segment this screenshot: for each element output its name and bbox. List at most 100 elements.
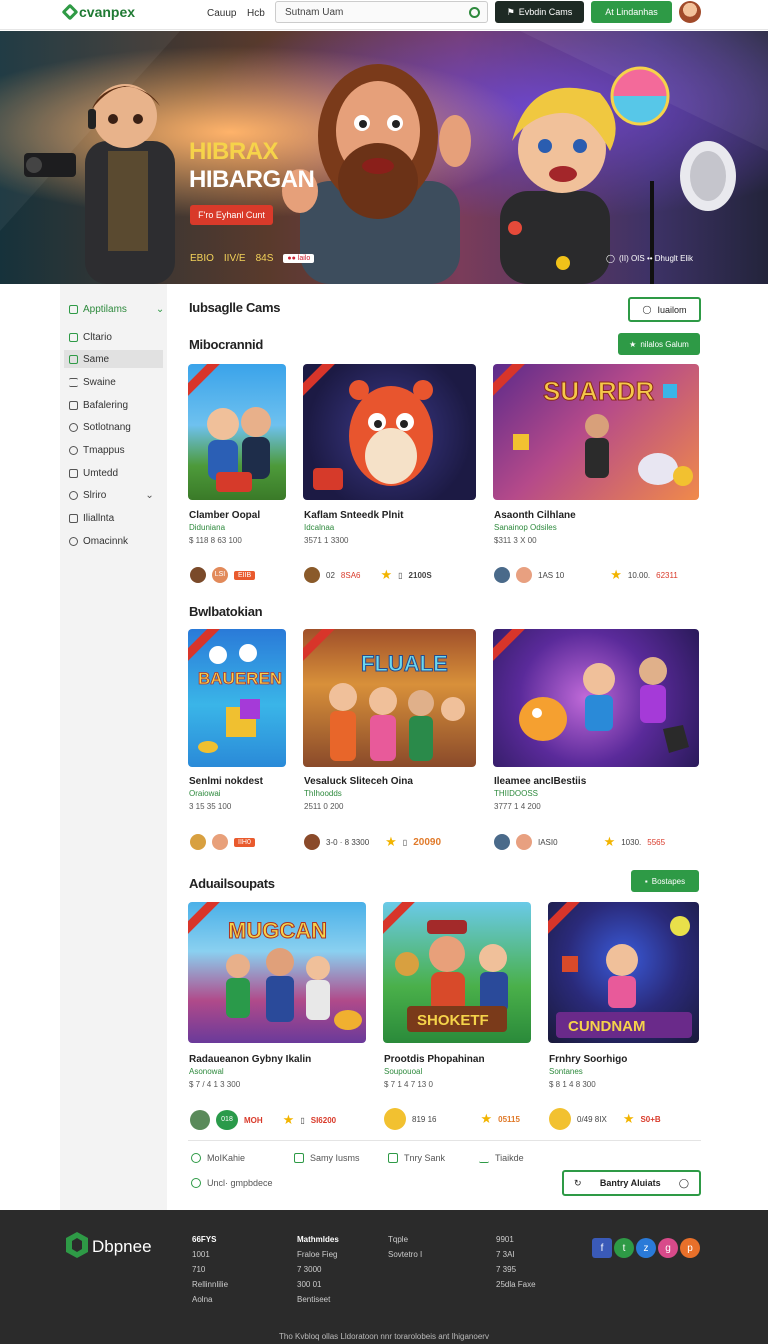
game-title: Vesaluck Sliteceh Oina: [304, 776, 413, 787]
game-card[interactable]: MUGCAN: [188, 902, 366, 1043]
game-card[interactable]: [493, 629, 699, 767]
game-card[interactable]: SHOKETF: [383, 902, 531, 1043]
footer-link[interactable]: Aolna: [192, 1295, 212, 1304]
svg-text:SHOKETF: SHOKETF: [417, 1012, 489, 1029]
link-label: Tiaikde: [495, 1153, 524, 1163]
sidebar-item-umtedd[interactable]: Umtedd: [69, 464, 118, 482]
search-input[interactable]: Sutnam Uam: [275, 1, 488, 23]
sidebar-item-slriro[interactable]: Slriro ⌄: [69, 486, 154, 504]
user-avatar[interactable]: [679, 1, 701, 23]
dark-action-button[interactable]: ⚑ Evbdin Cams: [495, 1, 584, 23]
footer-link[interactable]: 7 3000: [297, 1265, 321, 1274]
stat-value: 819 16: [412, 1114, 437, 1124]
footer-link[interactable]: 300 01: [297, 1280, 321, 1289]
footer-link[interactable]: 710: [192, 1265, 205, 1274]
section-action-button[interactable]: ▪ Bostapes: [631, 870, 699, 892]
sidebar-item-swaine[interactable]: Swaine: [69, 373, 116, 391]
sidebar: Apptilams ⌄ Cltario Same Swaine Bafaleri…: [60, 284, 167, 1210]
ticket-icon: ▯: [402, 837, 408, 847]
hero-cta-button[interactable]: F'ro Eyhanl Cunt: [190, 205, 273, 225]
sidebar-item-sotlotnang[interactable]: Sotlotnang: [69, 418, 131, 436]
game-title: Prootdis Phopahinan: [384, 1054, 485, 1065]
game-meta: 3777 1 4 200: [494, 802, 541, 811]
section-title: Bwlbatokian: [189, 604, 263, 619]
svg-text:MUGCAN: MUGCAN: [228, 918, 327, 943]
brand-logo[interactable]: cvanpex: [61, 3, 135, 21]
game-title: Senlmi nokdest: [189, 776, 263, 787]
link-samy-iusms[interactable]: Samy Iusms: [294, 1153, 360, 1163]
hero-stats: EBIO IIV/E 84S ●● lailo: [190, 253, 315, 264]
footer-link[interactable]: Fraloe Fieg: [297, 1250, 337, 1259]
sidebar-label: Umtedd: [83, 467, 119, 479]
sidebar-item-iliallnta[interactable]: Iliallnta: [69, 509, 114, 527]
link-tnry-sank[interactable]: Tnry Sank: [388, 1153, 445, 1163]
game-meta: 3571 1 3300: [304, 536, 349, 545]
game-subtitle: Asonowal: [189, 1067, 224, 1076]
link-uncl-gmpbdece[interactable]: Uncl· gmpbdece: [191, 1178, 273, 1188]
footer-link[interactable]: Sovtetro I: [388, 1250, 422, 1259]
pinterest-icon[interactable]: p: [680, 1238, 700, 1258]
game-thumbnail: MUGCAN: [226, 918, 362, 1030]
stat-value: 3-0 · 8 3300: [326, 837, 370, 847]
bottom-action-label: Bantry Aluiats: [599, 1178, 661, 1188]
top-outline-button[interactable]: ◯ Iuailom: [628, 297, 701, 322]
footer-link[interactable]: Rellinnlilie: [192, 1280, 228, 1289]
game-card[interactable]: [303, 364, 476, 500]
sidebar-item-bafalering[interactable]: Bafalering: [69, 396, 128, 414]
game-card[interactable]: SUARDR: [493, 364, 699, 500]
link-moikahie[interactable]: MoIKahie: [191, 1153, 245, 1163]
google-icon[interactable]: g: [658, 1238, 678, 1258]
hero-stat-3: 84S: [255, 253, 274, 264]
star-icon: ★: [380, 567, 393, 582]
footer-link[interactable]: 7 395: [496, 1265, 516, 1274]
bottom-action-button[interactable]: ↻ Bantry Aluiats ◯: [562, 1170, 701, 1196]
player-avatar: [494, 567, 510, 583]
game-meta: 2511 0 200: [304, 802, 344, 811]
stat-value: 0/49 8IX: [577, 1114, 607, 1124]
stat-value: 2100S: [408, 570, 432, 580]
game-title: Radaueanon Gybny Ikalin: [189, 1054, 312, 1065]
link-tiaikde[interactable]: Tiaikde: [479, 1153, 524, 1163]
nav-link-2[interactable]: Hcb: [247, 8, 265, 19]
hero-info-text: (II) OIS •• Dhuglt Elik: [618, 254, 694, 263]
sidebar-item-same[interactable]: Same: [64, 350, 163, 368]
footer-link[interactable]: 1001: [192, 1250, 210, 1259]
circle-icon: ◯: [642, 305, 652, 314]
game-card[interactable]: FLUALE: [303, 629, 476, 767]
game-card[interactable]: CUNDNAM: [548, 902, 699, 1043]
sidebar-item-cltario[interactable]: Cltario: [69, 328, 112, 346]
twitter-icon[interactable]: t: [614, 1238, 634, 1258]
site-footer: Dbpnee 66FYS 1001 710 Rellinnlilie Aolna…: [0, 1210, 768, 1344]
share-icon[interactable]: z: [636, 1238, 656, 1258]
game-stats-row: 1AS 10 ★ 10.00. 62311: [494, 567, 678, 583]
game-card[interactable]: [188, 364, 286, 500]
sidebar-item-apptilams[interactable]: Apptilams ⌄: [69, 300, 164, 318]
game-card[interactable]: BAUEREN: [188, 629, 286, 767]
sidebar-label: Tmappus: [83, 444, 125, 456]
footer-link[interactable]: Bentiseet: [297, 1295, 330, 1304]
sidebar-item-omacinnk[interactable]: Omacinnk: [69, 532, 128, 550]
info-circle-icon: ◯: [606, 254, 615, 263]
footer-link[interactable]: 25dla Faxe: [496, 1280, 536, 1289]
stat-value: MOH: [244, 1115, 263, 1125]
game-thumbnail: FLUALE: [329, 651, 465, 761]
logo-mark-icon: [61, 3, 79, 21]
nav-link-1[interactable]: Cauup: [207, 8, 236, 19]
footer-link[interactable]: 7 3AI: [496, 1250, 515, 1259]
link-label: MoIKahie: [207, 1153, 246, 1163]
star-icon: ★: [480, 1111, 493, 1126]
sidebar-item-tmappus[interactable]: Tmappus: [69, 441, 125, 459]
ticket-icon: ▯: [300, 1115, 305, 1125]
stat-value: 8SA6: [340, 570, 361, 580]
stat-value: 5565: [647, 837, 666, 847]
hero-title-line2: HIBARGAN: [189, 166, 315, 193]
section-action-button[interactable]: ★ nilalos Galum: [618, 333, 700, 355]
green-action-button[interactable]: At Lindanhas: [591, 1, 672, 23]
section-action-label: Bostapes: [651, 876, 686, 886]
status-badge: EIIB: [234, 570, 256, 580]
game-meta: $ 7 1 4 7 13 0: [384, 1080, 433, 1089]
facebook-icon[interactable]: f: [592, 1238, 612, 1258]
game-subtitle: Soupouoal: [384, 1067, 423, 1076]
game-meta: 3 15 35 100: [189, 802, 232, 811]
game-title: Kaflam Snteedk Plnit: [304, 510, 404, 521]
